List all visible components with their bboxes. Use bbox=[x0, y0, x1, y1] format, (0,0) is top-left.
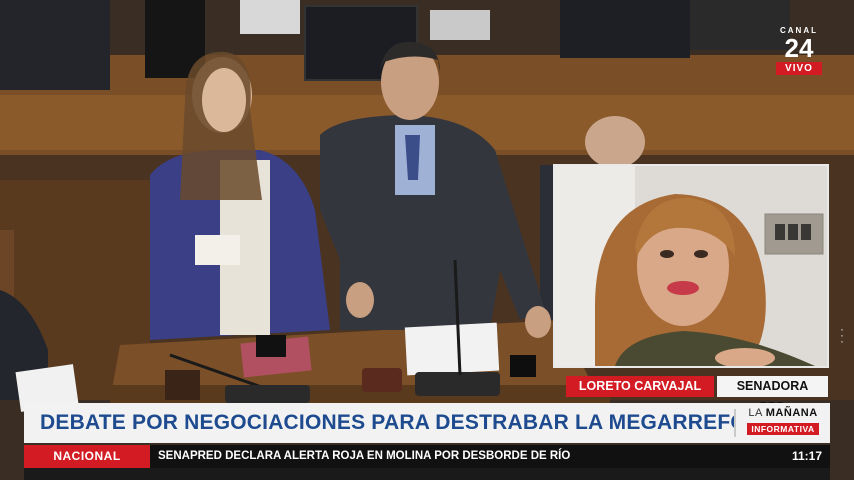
program-name-sub: INFORMATIVA bbox=[747, 423, 819, 435]
guest-name: LORETO CARVAJAL bbox=[566, 376, 714, 397]
program-logo: LA MAÑANA INFORMATIVA bbox=[736, 403, 830, 443]
program-name: LA MAÑANA bbox=[736, 407, 830, 419]
interview-scene bbox=[555, 166, 827, 366]
guest-lower-third: LORETO CARVAJAL SENADORA PPD bbox=[566, 376, 828, 414]
ticker-category: NACIONAL bbox=[24, 445, 150, 468]
ticker-base bbox=[24, 468, 830, 480]
program-name-main: MAÑANA bbox=[765, 407, 818, 419]
channel-logo: CANAL 24 VIVO bbox=[776, 26, 822, 75]
more-options-icon[interactable]: · · · bbox=[840, 323, 844, 347]
guest-role: SENADORA PPD bbox=[717, 376, 828, 414]
ticker-text: SENAPRED DECLARA ALERTA ROJA EN MOLINA P… bbox=[150, 445, 784, 468]
program-name-prefix: LA bbox=[748, 407, 763, 419]
headline-bar: DEBATE POR NEGOCIACIONES PARA DESTRABAR … bbox=[24, 403, 830, 443]
interview-video-inset bbox=[553, 164, 829, 368]
live-badge: VIVO bbox=[776, 62, 822, 75]
channel-logo-number: 24 bbox=[784, 33, 814, 63]
headline-text: DEBATE POR NEGOCIACIONES PARA DESTRABAR … bbox=[24, 403, 734, 443]
ticker-clock: 11:17 bbox=[784, 445, 830, 468]
